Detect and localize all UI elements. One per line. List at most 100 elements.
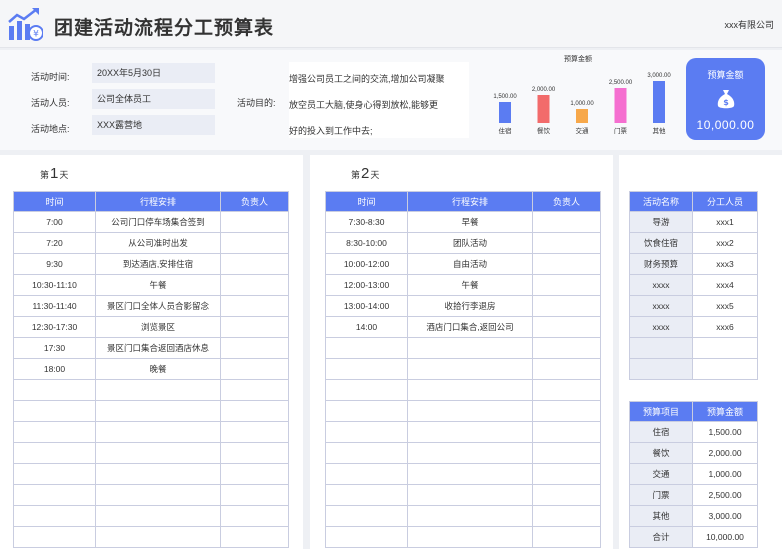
day2-cell[interactable] <box>407 463 533 485</box>
roles-cell[interactable]: xxx1 <box>692 211 758 233</box>
day1-cell[interactable]: 从公司准时出发 <box>95 232 221 254</box>
day2-cell[interactable] <box>532 337 601 359</box>
day1-cell[interactable] <box>95 463 221 485</box>
day1-cell[interactable] <box>95 505 221 527</box>
day2-cell[interactable] <box>532 442 601 464</box>
day2-cell[interactable] <box>407 505 533 527</box>
day1-cell[interactable] <box>13 526 96 548</box>
day1-cell[interactable] <box>220 253 289 275</box>
day1-cell[interactable]: 12:30-17:30 <box>13 316 96 338</box>
purpose-text[interactable]: 增强公司员工之间的交流,增加公司凝聚 放空员工大脑,使身心得到放松,能够更 好的… <box>289 62 469 138</box>
day2-cell[interactable] <box>407 484 533 506</box>
time-value[interactable]: 20XX年5月30日 <box>92 63 215 83</box>
day1-cell[interactable] <box>220 463 289 485</box>
roles-cell[interactable]: 饮食住宿 <box>629 232 693 254</box>
day2-cell[interactable]: 13:00-14:00 <box>325 295 408 317</box>
day1-cell[interactable] <box>220 484 289 506</box>
day2-cell[interactable]: 8:30-10:00 <box>325 232 408 254</box>
day2-cell[interactable]: 团队活动 <box>407 232 533 254</box>
day1-cell[interactable]: 到达酒店,安排住宿 <box>95 253 221 275</box>
day2-cell[interactable] <box>325 400 408 422</box>
day2-cell[interactable] <box>532 484 601 506</box>
day1-cell[interactable] <box>95 526 221 548</box>
day1-cell[interactable]: 晚餐 <box>95 358 221 380</box>
place-value[interactable]: XXX露营地 <box>92 115 215 135</box>
day1-cell[interactable]: 景区门口集合返回酒店休息 <box>95 337 221 359</box>
day1-cell[interactable]: 公司门口停车场集合签到 <box>95 211 221 233</box>
day1-cell[interactable]: 7:20 <box>13 232 96 254</box>
day1-cell[interactable] <box>13 505 96 527</box>
budget-cell[interactable]: 其他 <box>629 505 693 527</box>
day2-cell[interactable] <box>407 400 533 422</box>
day2-cell[interactable] <box>407 526 533 548</box>
day1-cell[interactable] <box>220 526 289 548</box>
day1-cell[interactable] <box>13 442 96 464</box>
day1-cell[interactable] <box>220 295 289 317</box>
day2-cell[interactable]: 午餐 <box>407 274 533 296</box>
roles-cell[interactable] <box>692 358 758 380</box>
day2-cell[interactable]: 14:00 <box>325 316 408 338</box>
day2-cell[interactable] <box>325 421 408 443</box>
roles-cell[interactable] <box>629 358 693 380</box>
day1-cell[interactable] <box>220 442 289 464</box>
day1-cell[interactable] <box>13 379 96 401</box>
day2-cell[interactable]: 酒店门口集合,返回公司 <box>407 316 533 338</box>
day1-cell[interactable] <box>13 484 96 506</box>
day1-cell[interactable] <box>220 421 289 443</box>
day2-cell[interactable] <box>325 505 408 527</box>
day2-cell[interactable]: 收拾行李退房 <box>407 295 533 317</box>
day1-cell[interactable] <box>13 400 96 422</box>
day1-cell[interactable]: 10:30-11:10 <box>13 274 96 296</box>
day2-cell[interactable] <box>532 400 601 422</box>
roles-cell[interactable]: xxxx <box>629 274 693 296</box>
day1-cell[interactable] <box>220 358 289 380</box>
day2-cell[interactable]: 12:00-13:00 <box>325 274 408 296</box>
day2-cell[interactable]: 7:30-8:30 <box>325 211 408 233</box>
day2-cell[interactable] <box>532 526 601 548</box>
day1-cell[interactable]: 9:30 <box>13 253 96 275</box>
day1-cell[interactable]: 7:00 <box>13 211 96 233</box>
day2-cell[interactable] <box>532 421 601 443</box>
budget-cell[interactable]: 合计 <box>629 526 693 548</box>
roles-cell[interactable]: xxx5 <box>692 295 758 317</box>
day1-cell[interactable] <box>13 421 96 443</box>
budget-cell[interactable]: 住宿 <box>629 421 693 443</box>
day2-cell[interactable] <box>532 295 601 317</box>
roles-cell[interactable]: 财务预算 <box>629 253 693 275</box>
day2-cell[interactable] <box>325 337 408 359</box>
budget-cell[interactable]: 2,500.00 <box>692 484 758 506</box>
day1-cell[interactable] <box>95 421 221 443</box>
day1-cell[interactable]: 17:30 <box>13 337 96 359</box>
day1-cell[interactable] <box>13 463 96 485</box>
day1-cell[interactable] <box>95 442 221 464</box>
roles-cell[interactable]: xxx4 <box>692 274 758 296</box>
day2-cell[interactable] <box>532 463 601 485</box>
budget-cell[interactable]: 1,500.00 <box>692 421 758 443</box>
day2-cell[interactable] <box>325 358 408 380</box>
day2-cell[interactable] <box>325 484 408 506</box>
day2-cell[interactable] <box>325 526 408 548</box>
budget-cell[interactable]: 2,000.00 <box>692 442 758 464</box>
day1-cell[interactable] <box>95 400 221 422</box>
day1-cell[interactable] <box>220 379 289 401</box>
roles-cell[interactable]: 导游 <box>629 211 693 233</box>
day1-cell[interactable] <box>220 211 289 233</box>
budget-cell[interactable]: 1,000.00 <box>692 463 758 485</box>
day1-cell[interactable] <box>220 400 289 422</box>
day1-cell[interactable]: 午餐 <box>95 274 221 296</box>
day1-cell[interactable] <box>220 316 289 338</box>
day2-cell[interactable] <box>532 211 601 233</box>
day2-cell[interactable] <box>407 421 533 443</box>
day2-cell[interactable]: 早餐 <box>407 211 533 233</box>
budget-cell[interactable]: 3,000.00 <box>692 505 758 527</box>
day2-cell[interactable]: 自由活动 <box>407 253 533 275</box>
day1-cell[interactable] <box>95 484 221 506</box>
day1-cell[interactable] <box>220 232 289 254</box>
day2-cell[interactable] <box>407 358 533 380</box>
day2-cell[interactable] <box>407 442 533 464</box>
roles-cell[interactable]: xxxx <box>629 295 693 317</box>
roles-cell[interactable] <box>692 337 758 359</box>
people-value[interactable]: 公司全体员工 <box>92 89 215 109</box>
day1-cell[interactable]: 11:30-11:40 <box>13 295 96 317</box>
day2-cell[interactable] <box>407 337 533 359</box>
